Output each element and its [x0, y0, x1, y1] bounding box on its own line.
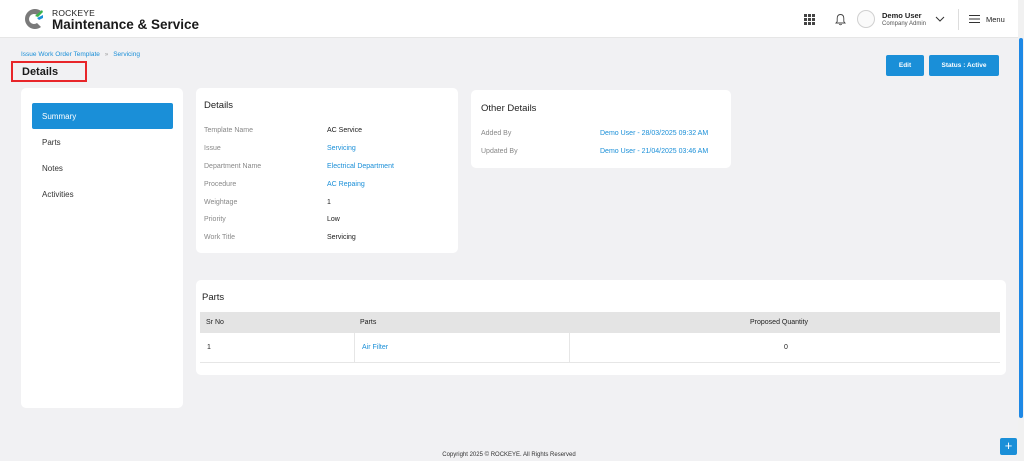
- detail-label: Template Name: [204, 127, 254, 134]
- column-header-sr-no: Sr No: [206, 319, 224, 326]
- detail-label: Procedure: [204, 181, 237, 188]
- sidebar-item-summary[interactable]: Summary: [32, 103, 173, 129]
- sidebar-item-activities[interactable]: Activities: [32, 181, 173, 207]
- detail-label: Issue: [204, 145, 221, 152]
- details-card: Details Template Name AC Service Issue S…: [196, 88, 458, 253]
- user-avatar[interactable]: [857, 10, 875, 28]
- detail-label: Priority: [204, 216, 226, 223]
- other-detail-label: Updated By: [481, 148, 518, 155]
- page-title: Details: [11, 61, 87, 82]
- footer-copyright: Copyright 2025 © ROCKEYE. All Rights Res…: [442, 452, 576, 458]
- edit-button[interactable]: Edit: [886, 55, 924, 76]
- user-role: Company Admin: [882, 21, 927, 27]
- details-card-title: Details: [204, 100, 234, 111]
- chevron-down-icon[interactable]: [935, 15, 945, 23]
- detail-label: Work Title: [204, 234, 235, 241]
- breadcrumb-separator: »: [104, 51, 109, 58]
- other-detail-value[interactable]: Demo User - 28/03/2025 09:32 AM: [600, 130, 708, 137]
- breadcrumb-item-issue-work-order-template[interactable]: Issue Work Order Template: [21, 51, 100, 58]
- detail-label: Weightage: [204, 199, 238, 206]
- detail-value: AC Service: [327, 127, 363, 134]
- rockeye-logo[interactable]: [21, 7, 45, 31]
- detail-value: Low: [327, 216, 340, 223]
- breadcrumb-item-servicing[interactable]: Servicing: [113, 51, 140, 58]
- top-header: ROCKEYE Maintenance & Service Demo User …: [0, 0, 1018, 38]
- other-details-title: Other Details: [481, 103, 537, 114]
- detail-value-link[interactable]: Electrical Department: [327, 163, 394, 170]
- table-row: 1 Air Filter 0: [200, 333, 1000, 363]
- user-name[interactable]: Demo User: [882, 11, 922, 20]
- status-button[interactable]: Status : Active: [929, 55, 999, 76]
- cell-sr-no: 1: [207, 344, 211, 351]
- menu-label[interactable]: Menu: [986, 15, 1005, 24]
- apps-grid-icon[interactable]: [803, 13, 816, 26]
- cell-proposed-quantity: 0: [784, 344, 788, 351]
- column-header-proposed-quantity: Proposed Quantity: [750, 319, 808, 326]
- bell-icon[interactable]: [834, 13, 847, 26]
- add-fab-button[interactable]: +: [1000, 438, 1017, 455]
- parts-table-header: Sr No Parts Proposed Quantity: [200, 312, 1000, 333]
- detail-value-link[interactable]: AC Repaing: [327, 181, 365, 188]
- column-divider: [569, 333, 570, 363]
- hamburger-menu-icon[interactable]: [969, 14, 980, 24]
- brand-title: Maintenance & Service: [52, 17, 200, 32]
- detail-label: Department Name: [204, 163, 262, 170]
- sidebar-item-notes[interactable]: Notes: [32, 155, 173, 181]
- other-details-card: Other Details Added By Demo User - 28/03…: [471, 90, 731, 168]
- scrollbar-thumb[interactable]: [1019, 38, 1023, 418]
- other-detail-value[interactable]: Demo User - 21/04/2025 03:46 AM: [600, 148, 708, 155]
- breadcrumb: Issue Work Order Template » Servicing: [21, 51, 140, 58]
- other-detail-label: Added By: [481, 130, 512, 137]
- sidebar-item-parts[interactable]: Parts: [32, 129, 173, 155]
- header-divider: [958, 9, 959, 30]
- detail-value: Servicing: [327, 234, 356, 241]
- detail-value: 1: [327, 199, 331, 206]
- parts-card-title: Parts: [202, 292, 225, 303]
- column-divider: [354, 333, 355, 363]
- column-header-parts: Parts: [360, 319, 377, 326]
- cell-part-link[interactable]: Air Filter: [362, 344, 388, 351]
- detail-value-link[interactable]: Servicing: [327, 145, 356, 152]
- sidebar-card: Summary Parts Notes Activities: [21, 88, 183, 408]
